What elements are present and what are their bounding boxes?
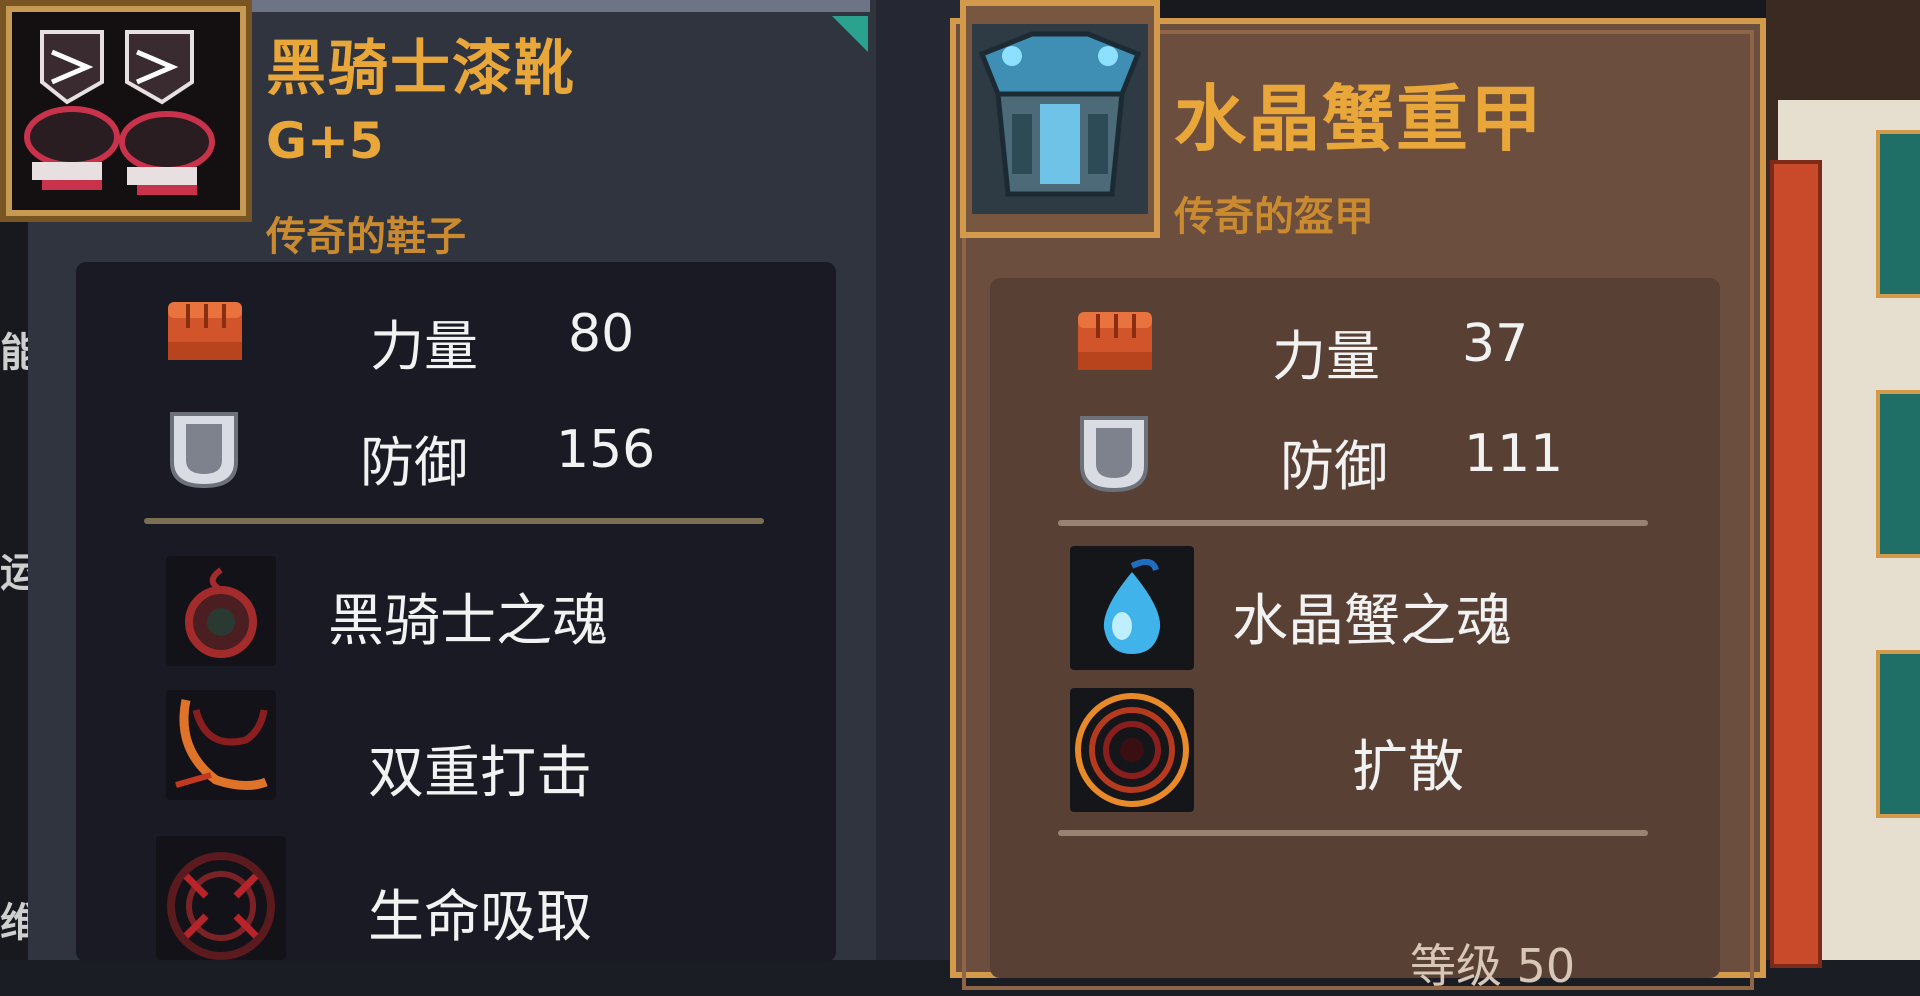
inventory-slot[interactable] [1876, 650, 1920, 818]
crystal-crab-armor-icon [972, 24, 1148, 214]
item-name: 黑骑士漆靴 [266, 34, 576, 104]
stat-value: 111 [1464, 424, 1564, 484]
stat-label: 防御 [360, 431, 468, 494]
item-level-partial: 等级 50 [1410, 939, 1576, 993]
left-top-bar [250, 0, 870, 12]
skill-label: 扩散 [1352, 735, 1464, 800]
shield-icon [168, 410, 240, 494]
black-knight-boots-icon [12, 12, 240, 210]
edge-glyph: 能 [0, 330, 28, 376]
double-strike-icon [166, 690, 276, 800]
item-type: 传奇的鞋子 [266, 214, 466, 260]
item-name: 水晶蟹重甲 [1174, 77, 1545, 161]
inventory-slot[interactable] [1876, 390, 1920, 558]
edge-glyph: 维 [0, 900, 28, 946]
banner-ribbon [1770, 160, 1822, 968]
stat-label: 防御 [1280, 435, 1388, 498]
item-grade: G+5 [266, 112, 384, 170]
skill-label: 双重打击 [368, 741, 592, 806]
skill-label: 水晶蟹之魂 [1232, 589, 1512, 654]
divider [1058, 830, 1648, 836]
stat-value: 80 [568, 304, 635, 364]
left-panel-margin [876, 0, 960, 960]
life-drain-icon [156, 836, 286, 960]
water-drop-icon [1070, 546, 1194, 670]
stat-value: 156 [556, 420, 656, 480]
shield-icon [1078, 414, 1150, 498]
fist-icon [1074, 304, 1156, 380]
dark-soul-icon [166, 556, 276, 666]
ripple-icon [1070, 688, 1194, 812]
stat-label: 力量 [370, 315, 478, 378]
divider [144, 518, 764, 524]
inventory-slot[interactable] [1876, 130, 1920, 298]
skill-label: 生命吸取 [368, 885, 592, 950]
edge-glyph: 运 [0, 550, 28, 596]
item-icon-frame[interactable] [960, 0, 1160, 238]
stat-value: 37 [1462, 314, 1529, 374]
skill-label: 黑骑士之魂 [328, 589, 608, 654]
item-type: 传奇的盔甲 [1174, 194, 1374, 240]
item-icon-frame[interactable] [0, 0, 252, 222]
divider [1058, 520, 1648, 526]
fist-icon [164, 294, 246, 370]
stat-label: 力量 [1272, 325, 1380, 388]
